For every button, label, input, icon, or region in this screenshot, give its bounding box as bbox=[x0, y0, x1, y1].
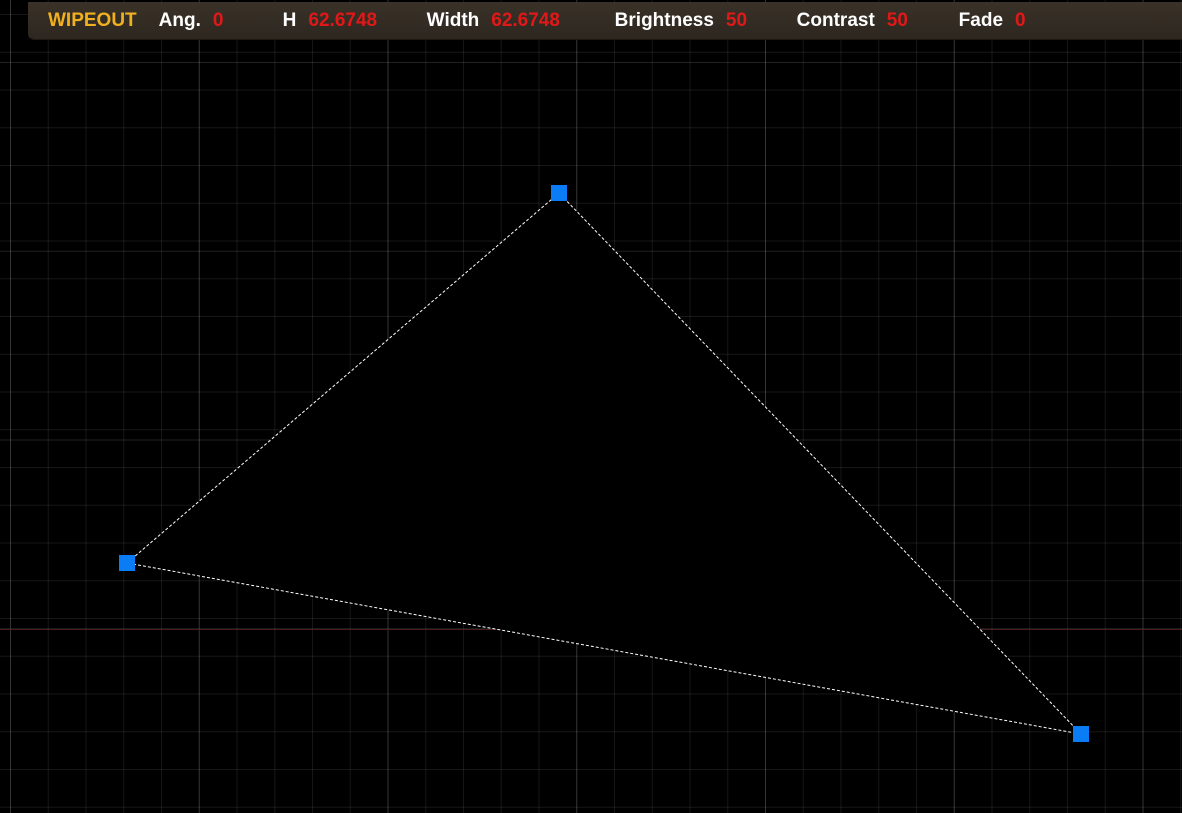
width-label: Width bbox=[426, 9, 480, 31]
grip-right[interactable] bbox=[1073, 726, 1089, 742]
wipeout-triangle[interactable] bbox=[125, 192, 1083, 735]
brightness-field[interactable]: Brightness 50 bbox=[615, 10, 797, 32]
angle-label: Ang. bbox=[158, 9, 201, 31]
dynamic-input-toolbar: WIPEOUT Ang. 0 H 62.6748 Width 62.6748 B… bbox=[28, 2, 1182, 40]
grip-left[interactable] bbox=[119, 555, 135, 571]
brightness-value[interactable]: 50 bbox=[726, 10, 747, 32]
height-field[interactable]: H 62.6748 bbox=[283, 10, 427, 32]
contrast-field[interactable]: Contrast 50 bbox=[797, 10, 959, 32]
height-label: H bbox=[282, 9, 297, 31]
fade-value[interactable]: 0 bbox=[1015, 10, 1026, 32]
brightness-label: Brightness bbox=[614, 9, 714, 31]
fade-label: Fade bbox=[958, 9, 1004, 31]
contrast-value[interactable]: 50 bbox=[887, 10, 908, 32]
width-value[interactable]: 62.6748 bbox=[491, 10, 560, 32]
command-name: WIPEOUT bbox=[48, 9, 137, 31]
fade-field[interactable]: Fade 0 bbox=[959, 10, 1059, 32]
height-value[interactable]: 62.6748 bbox=[308, 10, 377, 32]
wipeout-overlay bbox=[119, 185, 1089, 742]
grip-top[interactable] bbox=[551, 185, 567, 201]
angle-field[interactable]: Ang. 0 bbox=[159, 10, 283, 32]
contrast-label: Contrast bbox=[796, 9, 875, 31]
drawing-canvas[interactable]: WIPEOUT Ang. 0 H 62.6748 Width 62.6748 B… bbox=[0, 0, 1182, 813]
angle-value[interactable]: 0 bbox=[213, 10, 224, 32]
width-field[interactable]: Width 62.6748 bbox=[427, 10, 615, 32]
